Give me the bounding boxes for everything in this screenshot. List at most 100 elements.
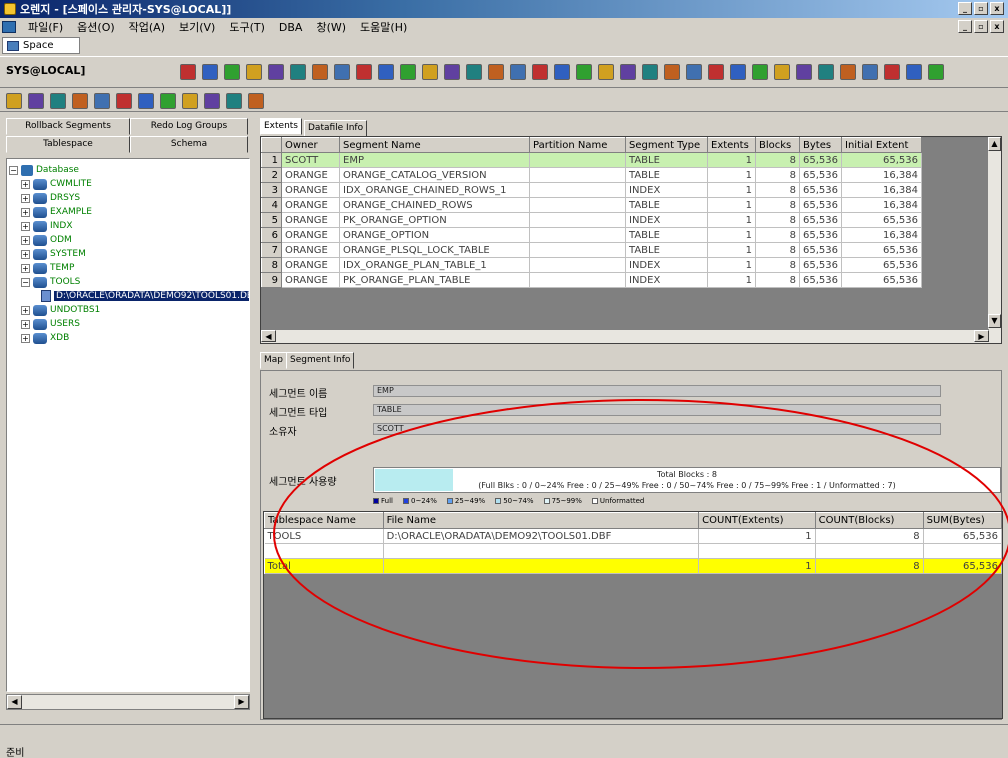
forward-icon[interactable] — [576, 64, 592, 80]
tree-item-xdb[interactable]: + XDB — [21, 331, 69, 345]
summary-row[interactable]: TOOLS D:\ORACLE\ORADATA\DEMO92\TOOLS01.D… — [264, 528, 1002, 544]
forward-icon[interactable] — [752, 64, 768, 80]
tree-item-cwmlite[interactable]: + CWMLITE — [21, 177, 92, 191]
forward-icon[interactable] — [160, 93, 176, 109]
chart-icon[interactable] — [664, 64, 680, 80]
table-row[interactable]: 6 ORANGE ORANGE_OPTION TABLE 1 8 65,536 16,384 — [261, 227, 922, 243]
tree-item-odm[interactable]: + ODM — [21, 233, 72, 247]
expand-icon[interactable]: + — [21, 207, 30, 217]
col-extents[interactable]: Extents — [707, 137, 756, 153]
table-icon[interactable] — [182, 93, 198, 109]
expand-icon[interactable]: + — [21, 305, 30, 315]
tab-redo-log-groups[interactable]: Redo Log Groups — [130, 118, 248, 135]
refresh-icon[interactable] — [116, 93, 132, 109]
expand-icon[interactable]: + — [21, 193, 30, 203]
scroll-down-icon[interactable]: ▼ — [988, 314, 1001, 328]
table-icon[interactable] — [246, 64, 262, 80]
view-icon[interactable] — [466, 64, 482, 80]
tree-item-example[interactable]: + EXAMPLE — [21, 205, 92, 219]
index-icon[interactable] — [28, 93, 44, 109]
tree-item-undotbs1[interactable]: + UNDOTBS1 — [21, 303, 100, 317]
forward-icon[interactable] — [400, 64, 416, 80]
tree-item-datafile[interactable]: D:\ORACLE\ORADATA\DEMO92\TOOLS01.DBF — [41, 289, 249, 303]
scroll-up-icon[interactable]: ▲ — [988, 137, 1001, 151]
col-sum-bytes[interactable]: SUM(Bytes) — [922, 512, 1002, 529]
tab-datafile-info[interactable]: Datafile Info — [304, 120, 368, 137]
menu-view[interactable]: 보기(V) — [177, 19, 217, 35]
collapse-icon[interactable]: − — [9, 165, 18, 175]
grid-horizontal-scrollbar[interactable]: ◀ ▶ — [261, 329, 989, 343]
col-segment-type[interactable]: Segment Type — [625, 137, 708, 153]
refresh-icon[interactable] — [708, 64, 724, 80]
refresh-icon[interactable] — [532, 64, 548, 80]
tree-item-system[interactable]: + SYSTEM — [21, 247, 86, 261]
table-row[interactable]: 5 ORANGE PK_ORANGE_OPTION INDEX 1 8 65,536 65,5… — [261, 212, 922, 228]
col-count-extents[interactable]: COUNT(Extents) — [698, 512, 816, 529]
expand-icon[interactable]: + — [21, 319, 30, 329]
tab-rollback-segments[interactable]: Rollback Segments — [6, 118, 130, 135]
table-row[interactable]: 7 ORANGE ORANGE_PLSQL_LOCK_TABLE TABLE 1 8 65,… — [261, 242, 922, 258]
refresh-icon[interactable] — [884, 64, 900, 80]
index-icon[interactable] — [204, 93, 220, 109]
index-icon[interactable] — [268, 64, 284, 80]
grid-vertical-scrollbar[interactable]: ▲ ▼ — [987, 137, 1001, 343]
scroll-left-icon[interactable]: ◀ — [261, 330, 276, 342]
table-row[interactable]: 3 ORANGE IDX_ORANGE_CHAINED_ROWS_1 INDEX 1 8 6… — [261, 182, 922, 198]
chart-icon[interactable] — [840, 64, 856, 80]
expand-icon[interactable]: + — [21, 179, 30, 189]
scroll-right-icon[interactable]: ▶ — [974, 330, 989, 342]
back-icon[interactable] — [554, 64, 570, 80]
mdi-minimize-button[interactable]: _ — [958, 20, 972, 33]
tab-tablespace[interactable]: Tablespace — [6, 136, 130, 153]
tree-root[interactable]: − Database — [9, 163, 79, 177]
col-bytes[interactable]: Bytes — [799, 137, 842, 153]
mdi-restore-button[interactable]: ▫ — [974, 20, 988, 33]
expand-icon[interactable]: + — [21, 249, 30, 259]
menu-file[interactable]: 파일(F) — [26, 19, 65, 35]
tree-horizontal-scrollbar[interactable]: ◀ ▶ — [6, 694, 250, 710]
table-row[interactable]: 9 ORANGE PK_ORANGE_PLAN_TABLE INDEX 1 8 65,536… — [261, 272, 922, 288]
tree-item-users[interactable]: + USERS — [21, 317, 80, 331]
tab-map[interactable]: Map — [260, 352, 287, 369]
col-blocks[interactable]: Blocks — [755, 137, 800, 153]
tab-schema[interactable]: Schema — [130, 136, 248, 153]
tab-extents[interactable]: Extents — [260, 118, 303, 135]
restore-button[interactable]: ▫ — [974, 2, 988, 15]
collapse-icon[interactable]: − — [21, 277, 30, 287]
chart-icon[interactable] — [312, 64, 328, 80]
back-icon[interactable] — [730, 64, 746, 80]
menu-tools[interactable]: 도구(T) — [227, 19, 267, 35]
tree-item-indx[interactable]: + INDX — [21, 219, 72, 233]
refresh-icon[interactable] — [180, 64, 196, 80]
col-initial-extent[interactable]: Initial Extent — [841, 137, 922, 153]
export-icon[interactable] — [94, 93, 110, 109]
close-button[interactable]: x — [990, 2, 1004, 15]
col-owner[interactable]: Owner — [281, 137, 340, 153]
menu-window[interactable]: 창(W) — [314, 19, 348, 35]
table-row[interactable]: 2 ORANGE ORANGE_CATALOG_VERSION TABLE 1 8 65,5… — [261, 167, 922, 183]
table-icon[interactable] — [774, 64, 790, 80]
col-tablespace-name[interactable]: Tablespace Name — [264, 512, 384, 529]
export-icon[interactable] — [334, 64, 350, 80]
expand-icon[interactable]: + — [21, 235, 30, 245]
menu-help[interactable]: 도움말(H) — [358, 19, 409, 35]
col-count-blocks[interactable]: COUNT(Blocks) — [814, 512, 924, 529]
menu-dba[interactable]: DBA — [277, 21, 305, 34]
table-icon[interactable] — [422, 64, 438, 80]
expand-icon[interactable]: + — [21, 263, 30, 273]
mdi-close-button[interactable]: x — [990, 20, 1004, 33]
index-icon[interactable] — [796, 64, 812, 80]
table-row[interactable]: 8 ORANGE IDX_ORANGE_PLAN_TABLE_1 INDEX 1 8 65,… — [261, 257, 922, 273]
chart-icon[interactable] — [72, 93, 88, 109]
expand-icon[interactable]: + — [21, 333, 30, 343]
tree-item-tools[interactable]: − TOOLS — [21, 275, 80, 289]
refresh-icon[interactable] — [356, 64, 372, 80]
view-icon[interactable] — [50, 93, 66, 109]
forward-icon[interactable] — [224, 64, 240, 80]
tree-item-temp[interactable]: + TEMP — [21, 261, 74, 275]
view-icon[interactable] — [226, 93, 242, 109]
space-tab[interactable]: Space — [2, 37, 80, 54]
view-icon[interactable] — [818, 64, 834, 80]
summary-total-row[interactable]: Total 1 8 65,536 — [264, 558, 1002, 574]
export-icon[interactable] — [686, 64, 702, 80]
